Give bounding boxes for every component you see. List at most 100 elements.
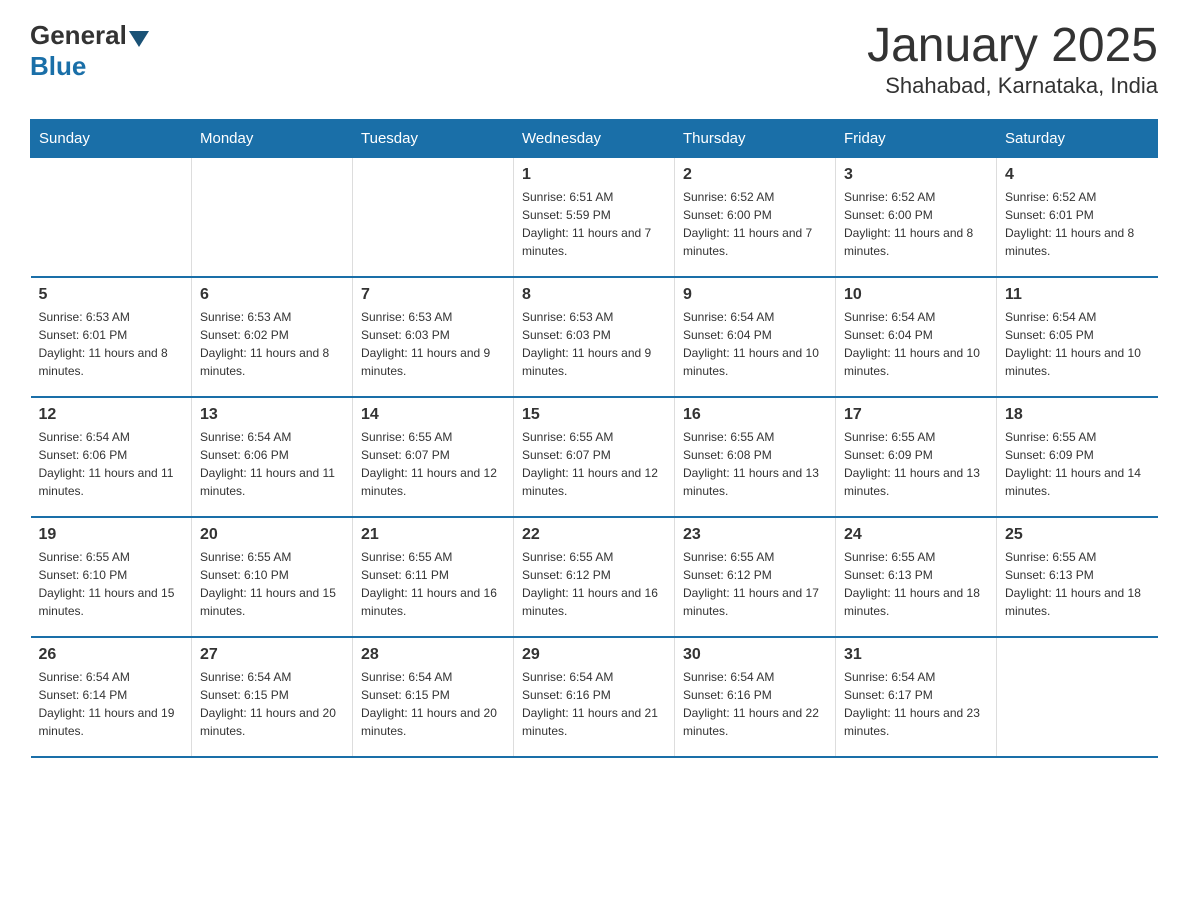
day-info: Sunrise: 6:54 AMSunset: 6:06 PMDaylight:… xyxy=(39,428,184,500)
day-info: Sunrise: 6:55 AMSunset: 6:10 PMDaylight:… xyxy=(39,548,184,620)
header-friday: Friday xyxy=(836,119,997,157)
header-wednesday: Wednesday xyxy=(514,119,675,157)
calendar-day-cell: 17 Sunrise: 6:55 AMSunset: 6:09 PMDayligh… xyxy=(836,397,997,517)
day-number: 4 xyxy=(1005,166,1150,184)
calendar-day-cell: 19 Sunrise: 6:55 AMSunset: 6:10 PMDayligh… xyxy=(31,517,192,637)
calendar-day-cell: 15Sunrise: 6:55 AMSunset: 6:07 PMDayligh… xyxy=(514,397,675,517)
calendar-day-cell: 4 Sunrise: 6:52 AMSunset: 6:01 PMDaylight… xyxy=(997,157,1158,277)
calendar-week-row: 12 Sunrise: 6:54 AMSunset: 6:06 PMDayligh… xyxy=(31,397,1158,517)
day-number: 7 xyxy=(361,286,505,304)
day-number: 24 xyxy=(844,526,988,544)
header-thursday: Thursday xyxy=(675,119,836,157)
day-number: 19 xyxy=(39,526,184,544)
calendar-day-cell: 26Sunrise: 6:54 AMSunset: 6:14 PMDayligh… xyxy=(31,637,192,757)
calendar-header-row: SundayMondayTuesdayWednesdayThursdayFrid… xyxy=(31,119,1158,157)
day-number: 5 xyxy=(39,286,184,304)
calendar-day-cell: 20Sunrise: 6:55 AMSunset: 6:10 PMDayligh… xyxy=(192,517,353,637)
calendar-day-cell xyxy=(353,157,514,277)
calendar-day-cell: 10Sunrise: 6:54 AMSunset: 6:04 PMDayligh… xyxy=(836,277,997,397)
calendar-day-cell: 28 Sunrise: 6:54 AMSunset: 6:15 PMDayligh… xyxy=(353,637,514,757)
day-number: 14 xyxy=(361,406,505,424)
day-info: Sunrise: 6:55 AMSunset: 6:13 PMDaylight:… xyxy=(1005,548,1150,620)
calendar-day-cell: 18 Sunrise: 6:55 AMSunset: 6:09 PMDayligh… xyxy=(997,397,1158,517)
day-info: Sunrise: 6:54 AMSunset: 6:15 PMDaylight:… xyxy=(361,668,505,740)
day-number: 27 xyxy=(200,646,344,664)
day-info: Sunrise: 6:52 AMSunset: 6:00 PMDaylight:… xyxy=(683,188,827,260)
day-info: Sunrise: 6:54 AMSunset: 6:04 PMDaylight:… xyxy=(844,308,988,380)
month-title: January 2025 xyxy=(867,20,1158,73)
calendar-week-row: 19 Sunrise: 6:55 AMSunset: 6:10 PMDayligh… xyxy=(31,517,1158,637)
day-number: 17 xyxy=(844,406,988,424)
day-info: Sunrise: 6:54 AMSunset: 6:04 PMDaylight:… xyxy=(683,308,827,380)
calendar-day-cell: 27 Sunrise: 6:54 AMSunset: 6:15 PMDayligh… xyxy=(192,637,353,757)
day-number: 23 xyxy=(683,526,827,544)
day-info: Sunrise: 6:55 AMSunset: 6:12 PMDaylight:… xyxy=(683,548,827,620)
header-saturday: Saturday xyxy=(997,119,1158,157)
day-info: Sunrise: 6:52 AMSunset: 6:01 PMDaylight:… xyxy=(1005,188,1150,260)
day-info: Sunrise: 6:51 AMSunset: 5:59 PMDaylight:… xyxy=(522,188,666,260)
calendar-day-cell: 9 Sunrise: 6:54 AMSunset: 6:04 PMDaylight… xyxy=(675,277,836,397)
day-info: Sunrise: 6:55 AMSunset: 6:10 PMDaylight:… xyxy=(200,548,344,620)
day-number: 31 xyxy=(844,646,988,664)
calendar-day-cell xyxy=(997,637,1158,757)
location-title: Shahabad, Karnataka, India xyxy=(867,73,1158,99)
header-sunday: Sunday xyxy=(31,119,192,157)
calendar-day-cell xyxy=(192,157,353,277)
logo-blue-text: Blue xyxy=(30,51,86,82)
calendar-day-cell: 6Sunrise: 6:53 AMSunset: 6:02 PMDaylight… xyxy=(192,277,353,397)
header-monday: Monday xyxy=(192,119,353,157)
day-info: Sunrise: 6:54 AMSunset: 6:17 PMDaylight:… xyxy=(844,668,988,740)
calendar-day-cell: 7 Sunrise: 6:53 AMSunset: 6:03 PMDaylight… xyxy=(353,277,514,397)
day-number: 30 xyxy=(683,646,827,664)
day-info: Sunrise: 6:54 AMSunset: 6:05 PMDaylight:… xyxy=(1005,308,1150,380)
day-info: Sunrise: 6:52 AMSunset: 6:00 PMDaylight:… xyxy=(844,188,988,260)
calendar-week-row: 26Sunrise: 6:54 AMSunset: 6:14 PMDayligh… xyxy=(31,637,1158,757)
calendar-day-cell: 29Sunrise: 6:54 AMSunset: 6:16 PMDayligh… xyxy=(514,637,675,757)
day-number: 2 xyxy=(683,166,827,184)
day-info: Sunrise: 6:55 AMSunset: 6:09 PMDaylight:… xyxy=(844,428,988,500)
day-number: 1 xyxy=(522,166,666,184)
day-info: Sunrise: 6:53 AMSunset: 6:03 PMDaylight:… xyxy=(522,308,666,380)
logo-triangle-icon xyxy=(129,31,149,47)
day-number: 11 xyxy=(1005,286,1150,304)
day-info: Sunrise: 6:55 AMSunset: 6:07 PMDaylight:… xyxy=(522,428,666,500)
day-number: 3 xyxy=(844,166,988,184)
day-number: 29 xyxy=(522,646,666,664)
calendar-day-cell: 22 Sunrise: 6:55 AMSunset: 6:12 PMDayligh… xyxy=(514,517,675,637)
day-number: 18 xyxy=(1005,406,1150,424)
day-number: 12 xyxy=(39,406,184,424)
header-tuesday: Tuesday xyxy=(353,119,514,157)
calendar-day-cell: 3 Sunrise: 6:52 AMSunset: 6:00 PMDaylight… xyxy=(836,157,997,277)
day-info: Sunrise: 6:55 AMSunset: 6:11 PMDaylight:… xyxy=(361,548,505,620)
day-info: Sunrise: 6:55 AMSunset: 6:08 PMDaylight:… xyxy=(683,428,827,500)
day-number: 9 xyxy=(683,286,827,304)
day-number: 16 xyxy=(683,406,827,424)
day-info: Sunrise: 6:55 AMSunset: 6:13 PMDaylight:… xyxy=(844,548,988,620)
day-info: Sunrise: 6:54 AMSunset: 6:16 PMDaylight:… xyxy=(683,668,827,740)
calendar-day-cell: 11 Sunrise: 6:54 AMSunset: 6:05 PMDayligh… xyxy=(997,277,1158,397)
day-number: 26 xyxy=(39,646,184,664)
calendar-day-cell: 31 Sunrise: 6:54 AMSunset: 6:17 PMDayligh… xyxy=(836,637,997,757)
day-info: Sunrise: 6:55 AMSunset: 6:12 PMDaylight:… xyxy=(522,548,666,620)
day-info: Sunrise: 6:53 AMSunset: 6:02 PMDaylight:… xyxy=(200,308,344,380)
calendar-day-cell: 8 Sunrise: 6:53 AMSunset: 6:03 PMDaylight… xyxy=(514,277,675,397)
day-info: Sunrise: 6:54 AMSunset: 6:15 PMDaylight:… xyxy=(200,668,344,740)
calendar-day-cell: 5 Sunrise: 6:53 AMSunset: 6:01 PMDaylight… xyxy=(31,277,192,397)
calendar-table: SundayMondayTuesdayWednesdayThursdayFrid… xyxy=(30,119,1158,759)
day-number: 22 xyxy=(522,526,666,544)
calendar-day-cell xyxy=(31,157,192,277)
day-number: 28 xyxy=(361,646,505,664)
calendar-day-cell: 21Sunrise: 6:55 AMSunset: 6:11 PMDayligh… xyxy=(353,517,514,637)
day-number: 8 xyxy=(522,286,666,304)
day-info: Sunrise: 6:54 AMSunset: 6:06 PMDaylight:… xyxy=(200,428,344,500)
calendar-day-cell: 16 Sunrise: 6:55 AMSunset: 6:08 PMDayligh… xyxy=(675,397,836,517)
calendar-day-cell: 24 Sunrise: 6:55 AMSunset: 6:13 PMDayligh… xyxy=(836,517,997,637)
day-info: Sunrise: 6:53 AMSunset: 6:03 PMDaylight:… xyxy=(361,308,505,380)
day-info: Sunrise: 6:53 AMSunset: 6:01 PMDaylight:… xyxy=(39,308,184,380)
calendar-week-row: 5 Sunrise: 6:53 AMSunset: 6:01 PMDaylight… xyxy=(31,277,1158,397)
page-header: General Blue January 2025 Shahabad, Karn… xyxy=(30,20,1158,99)
calendar-day-cell: 2 Sunrise: 6:52 AMSunset: 6:00 PMDaylight… xyxy=(675,157,836,277)
calendar-day-cell: 23 Sunrise: 6:55 AMSunset: 6:12 PMDayligh… xyxy=(675,517,836,637)
calendar-day-cell: 13Sunrise: 6:54 AMSunset: 6:06 PMDayligh… xyxy=(192,397,353,517)
day-info: Sunrise: 6:55 AMSunset: 6:09 PMDaylight:… xyxy=(1005,428,1150,500)
